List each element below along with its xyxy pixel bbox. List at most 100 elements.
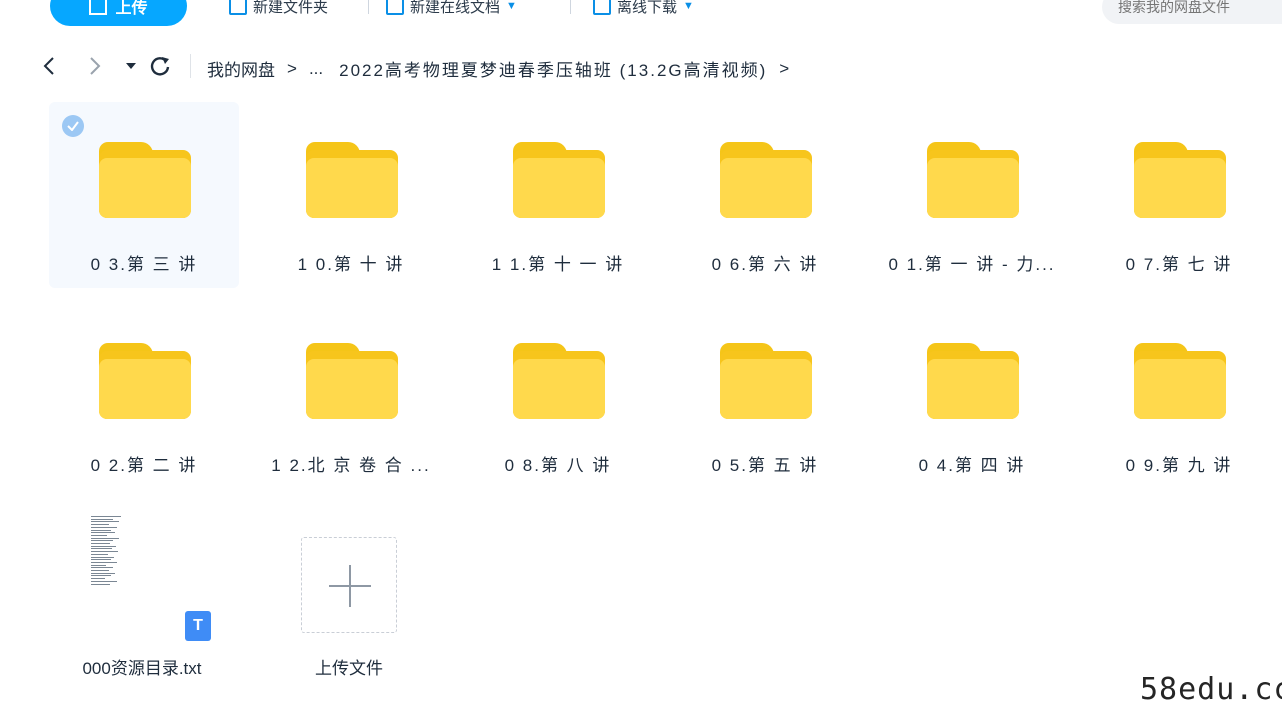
thumbnail-line bbox=[91, 570, 109, 571]
chevron-down-icon: ▼ bbox=[506, 0, 517, 12]
folder-name: 0 7.第 七 讲 bbox=[1125, 255, 1233, 274]
thumbnail-line bbox=[91, 583, 110, 585]
folder-icon bbox=[1134, 343, 1226, 419]
thumbnail-line bbox=[91, 534, 107, 536]
plus-icon-vertical bbox=[349, 565, 351, 607]
history-dropdown-button[interactable] bbox=[118, 52, 144, 80]
toolbar: 上传 新建文件夹 新建在线文档 ▼ 离线下载 ▼ bbox=[0, 0, 1282, 30]
folder-name: 0 9.第 九 讲 bbox=[1125, 456, 1233, 475]
caret-down-icon bbox=[126, 63, 136, 69]
thumbnail-line bbox=[91, 532, 115, 534]
folder-item[interactable]: 0 7.第 七 讲 bbox=[1084, 102, 1274, 288]
back-button[interactable] bbox=[36, 52, 62, 80]
thumbnail-line bbox=[91, 580, 117, 582]
folder-item[interactable]: 0 1.第 一 讲 - 力... bbox=[877, 102, 1067, 288]
thumbnail-line bbox=[91, 561, 117, 563]
upload-button[interactable]: 上传 bbox=[50, 0, 187, 26]
thumbnail-line bbox=[91, 572, 115, 574]
thumbnail-line bbox=[91, 567, 113, 569]
file-name: 000资源目录.txt bbox=[82, 659, 202, 678]
refresh-icon bbox=[150, 57, 170, 76]
folder-icon bbox=[720, 142, 812, 218]
folder-name: 1 1.第 十 一 讲 bbox=[491, 255, 625, 274]
folder-icon bbox=[1134, 142, 1226, 218]
watermark: 58edu.cc bbox=[1140, 672, 1282, 707]
thumbnail-line bbox=[91, 564, 106, 566]
folder-icon bbox=[513, 343, 605, 419]
new-folder-button[interactable]: 新建文件夹 bbox=[229, 0, 328, 20]
thumbnail-line bbox=[91, 521, 119, 523]
folder-icon bbox=[927, 142, 1019, 218]
thumbnail-line bbox=[91, 529, 111, 531]
navigation-bar: 我的网盘 > ... 2022高考物理夏梦迪春季压轴班 (13.2G高清视频) … bbox=[0, 48, 1282, 84]
offline-download-button[interactable]: 离线下载 ▼ bbox=[593, 0, 694, 20]
upload-icon bbox=[89, 0, 108, 15]
folder-name: 1 0.第 十 讲 bbox=[297, 255, 405, 274]
breadcrumb-ellipsis[interactable]: ... bbox=[309, 59, 323, 79]
new-online-doc-button[interactable]: 新建在线文档 ▼ bbox=[386, 0, 517, 20]
folder-name: 0 2.第 二 讲 bbox=[90, 456, 198, 475]
text-file-thumbnail bbox=[91, 516, 131, 588]
upload-file-tile[interactable] bbox=[301, 537, 397, 633]
thumbnail-line bbox=[91, 537, 119, 539]
folder-item[interactable]: 1 2.北 京 卷 合 ... bbox=[256, 303, 446, 489]
nav-divider bbox=[190, 54, 191, 78]
download-icon bbox=[593, 0, 611, 15]
thumbnail-line bbox=[91, 553, 108, 555]
thumbnail-line bbox=[91, 516, 121, 517]
folder-name: 0 3.第 三 讲 bbox=[90, 255, 198, 274]
folder-item[interactable]: 0 4.第 四 讲 bbox=[877, 303, 1067, 489]
folder-item[interactable]: 0 9.第 九 讲 bbox=[1084, 303, 1274, 489]
folder-name: 0 4.第 四 讲 bbox=[918, 456, 1026, 475]
thumbnail-line bbox=[91, 545, 116, 547]
text-file-icon: T bbox=[185, 611, 211, 641]
thumbnail-line bbox=[91, 559, 111, 561]
thumbnail-line bbox=[91, 548, 112, 550]
breadcrumb-separator: > bbox=[287, 58, 297, 78]
search-input[interactable] bbox=[1102, 0, 1282, 24]
offline-download-label: 离线下载 bbox=[617, 0, 678, 16]
breadcrumb: 我的网盘 > ... 2022高考物理夏梦迪春季压轴班 (13.2G高清视频) … bbox=[207, 56, 801, 81]
checkmark-icon[interactable] bbox=[62, 115, 84, 137]
folder-name: 0 6.第 六 讲 bbox=[711, 255, 819, 274]
thumbnail-line bbox=[91, 575, 111, 577]
thumbnail-line bbox=[91, 578, 105, 580]
breadcrumb-root[interactable]: 我的网盘 bbox=[207, 56, 275, 81]
folder-icon bbox=[306, 142, 398, 218]
folder-name: 0 5.第 五 讲 bbox=[711, 456, 819, 475]
folder-icon bbox=[99, 343, 191, 419]
folder-name: 0 8.第 八 讲 bbox=[504, 456, 612, 475]
folder-item[interactable]: 0 2.第 二 讲 bbox=[49, 303, 239, 489]
refresh-button[interactable] bbox=[147, 52, 173, 80]
folder-name: 1 2.北 京 卷 合 ... bbox=[271, 456, 431, 475]
folder-item[interactable]: 0 3.第 三 讲 bbox=[49, 102, 239, 288]
new-folder-label: 新建文件夹 bbox=[253, 0, 329, 16]
thumbnail-line bbox=[91, 526, 117, 528]
folder-icon bbox=[927, 343, 1019, 419]
breadcrumb-current: 2022高考物理夏梦迪春季压轴班 (13.2G高清视频) bbox=[339, 61, 768, 80]
folder-item[interactable]: 0 8.第 八 讲 bbox=[463, 303, 653, 489]
folder-item[interactable]: 1 0.第 十 讲 bbox=[256, 102, 446, 288]
thumbnail-line bbox=[91, 540, 113, 542]
folder-item[interactable]: 0 5.第 五 讲 bbox=[670, 303, 860, 489]
upload-file-label[interactable]: 上传文件 bbox=[259, 654, 439, 679]
chevron-right-icon bbox=[90, 57, 101, 75]
chevron-left-icon bbox=[43, 57, 54, 75]
toolbar-divider bbox=[570, 0, 571, 14]
new-folder-icon bbox=[229, 0, 247, 15]
folder-icon bbox=[306, 343, 398, 419]
breadcrumb-trailing[interactable]: > bbox=[779, 59, 789, 79]
toolbar-divider bbox=[368, 0, 369, 14]
new-online-doc-label: 新建在线文档 bbox=[410, 0, 501, 16]
folder-item[interactable]: 1 1.第 十 一 讲 bbox=[463, 102, 653, 288]
folder-icon bbox=[99, 142, 191, 218]
upload-button-label: 上传 bbox=[115, 0, 148, 17]
folder-icon bbox=[720, 343, 812, 419]
chevron-down-icon: ▼ bbox=[683, 0, 694, 12]
folder-item[interactable]: 0 6.第 六 讲 bbox=[670, 102, 860, 288]
thumbnail-line bbox=[91, 518, 113, 520]
thumbnail-line bbox=[91, 524, 109, 526]
forward-button[interactable] bbox=[82, 52, 108, 80]
thumbnail-line bbox=[91, 551, 118, 553]
new-doc-icon bbox=[386, 0, 404, 15]
